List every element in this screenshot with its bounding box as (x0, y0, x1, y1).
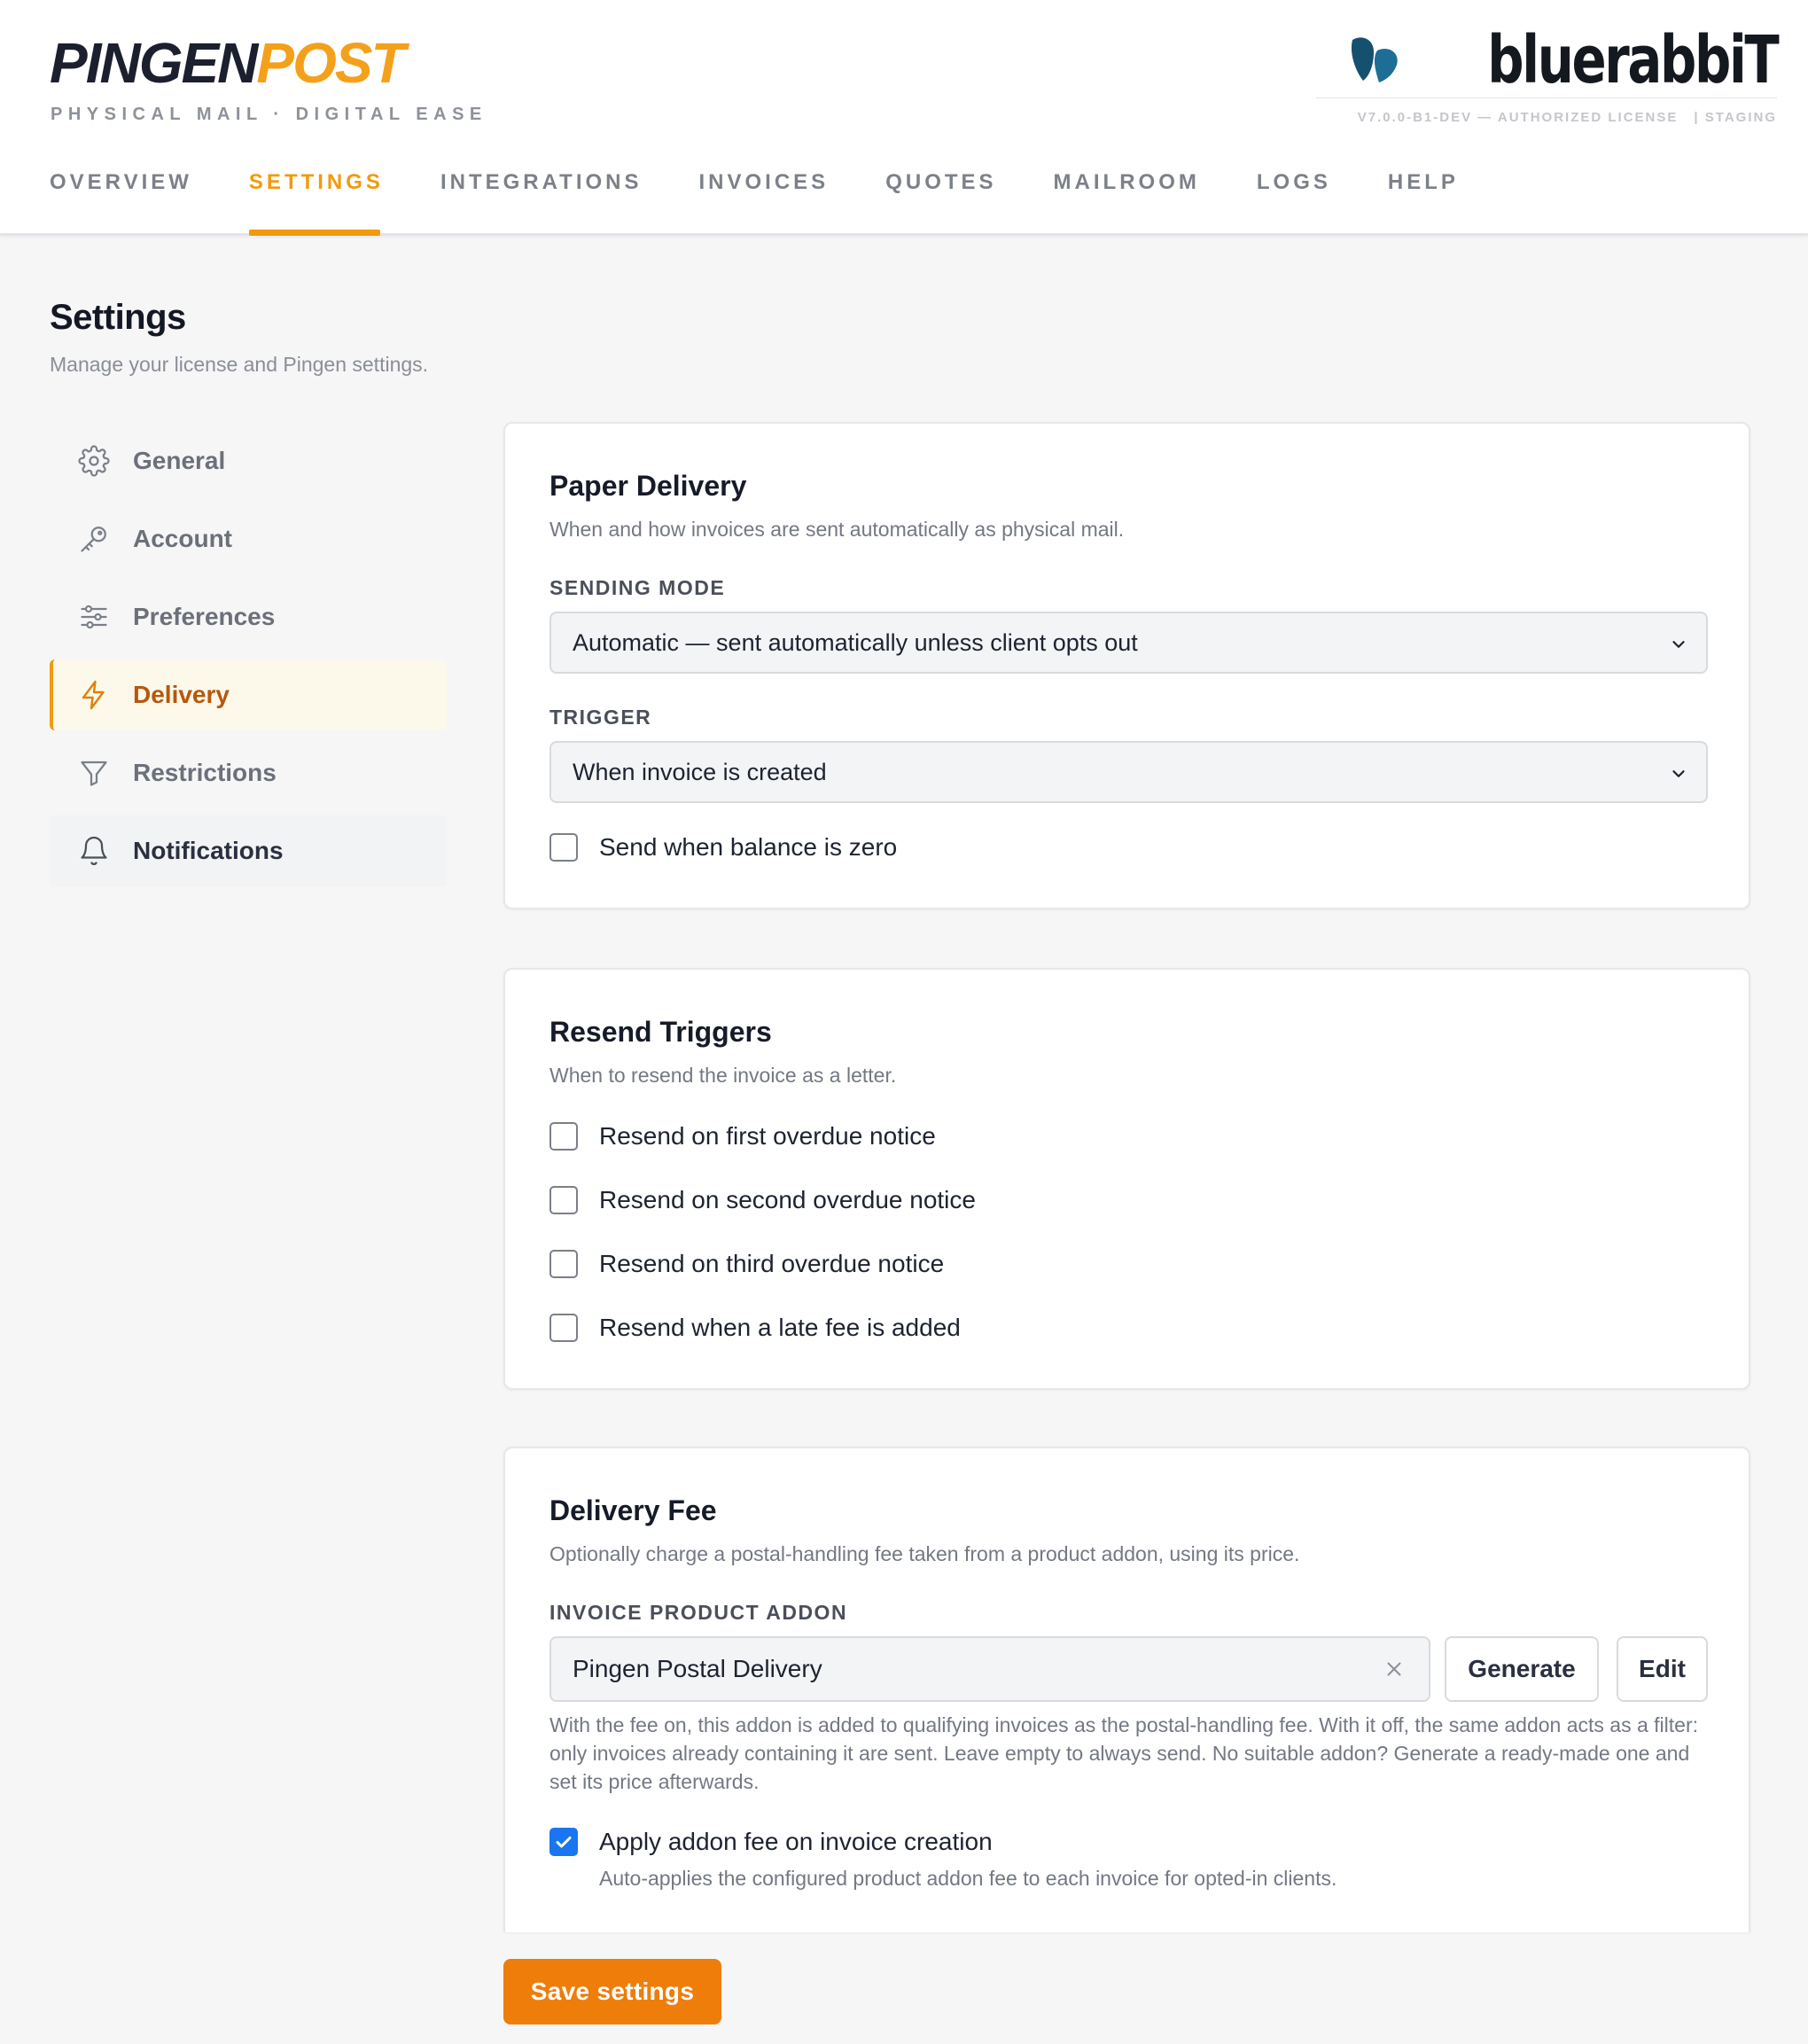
sidebar-item-preferences[interactable]: Preferences (50, 581, 447, 652)
nav-tab-integrations[interactable]: INTEGRATIONS (440, 170, 643, 236)
addon-help-text: With the fee on, this addon is added to … (549, 1713, 1699, 1793)
apply-addon-fee-option[interactable]: Apply addon fee on invoice creation (549, 1828, 993, 1856)
balance-zero-option[interactable]: Send when balance is zero (549, 833, 897, 862)
page-subtitle: Manage your license and Pingen settings. (50, 353, 429, 376)
card-description: When and how invoices are sent automatic… (549, 518, 1125, 541)
resend-late-fee-option[interactable]: Resend when a late fee is added (549, 1314, 961, 1342)
close-icon[interactable] (1383, 1658, 1406, 1687)
sidebar-item-notifications[interactable]: Notifications (50, 815, 447, 886)
sidebar-item-label: Delivery (133, 681, 230, 708)
sliders-icon (76, 599, 112, 635)
sidebar-item-label: General (133, 447, 226, 474)
nav-tab-help[interactable]: HELP (1388, 170, 1459, 236)
sidebar-item-delivery[interactable]: Delivery (50, 659, 447, 730)
edit-button[interactable]: Edit (1617, 1636, 1708, 1702)
page-title: Settings (50, 298, 186, 337)
resend-option-label: Resend on third overdue notice (599, 1250, 945, 1277)
bluerabbit-brand: bluerabbiT (1347, 22, 1779, 98)
trigger-label: TRIGGER (549, 706, 652, 729)
version-info: V7.0.0-B1-DEV — AUTHORIZED LICENSE | STAG… (1358, 110, 1777, 125)
card-description: Optionally charge a postal-handling fee … (549, 1542, 1300, 1565)
sidebar-item-label: Notifications (133, 837, 284, 864)
lightning-icon (76, 677, 112, 713)
brand-name: bluerabbiT (1486, 22, 1779, 98)
addon-input[interactable]: Pingen Postal Delivery (549, 1636, 1430, 1702)
logo-text-post: POST (256, 31, 405, 95)
addon-value: Pingen Postal Delivery (573, 1655, 822, 1682)
apply-addon-fee-checkbox[interactable] (549, 1828, 578, 1856)
nav-tab-mailroom[interactable]: MAILROOM (1054, 170, 1200, 236)
apply-addon-fee-label: Apply addon fee on invoice creation (599, 1828, 993, 1855)
main-nav: OVERVIEW SETTINGS INTEGRATIONS INVOICES … (50, 170, 1516, 236)
gear-icon (76, 443, 112, 479)
resend-late-fee-checkbox[interactable] (549, 1314, 578, 1342)
checkmark-icon (556, 1837, 572, 1848)
tagline: PHYSICAL MAIL · DIGITAL EASE (51, 105, 487, 124)
resend-option-label: Resend on second overdue notice (599, 1186, 976, 1213)
sending-mode-label: SENDING MODE (549, 576, 726, 599)
delivery-fee-card: Delivery Fee Optionally charge a postal-… (503, 1447, 1750, 1932)
nav-tab-invoices[interactable]: INVOICES (699, 170, 830, 236)
card-title: Paper Delivery (549, 470, 747, 502)
sending-mode-value: Automatic — sent automatically unless cl… (573, 628, 1138, 656)
sidebar-item-restrictions[interactable]: Restrictions (50, 737, 447, 808)
apply-addon-fee-help: Auto-applies the configured product addo… (599, 1867, 1337, 1890)
generate-button[interactable]: Generate (1445, 1636, 1599, 1702)
chevron-down-icon (1669, 633, 1688, 660)
app-header: PINGENPOST PHYSICAL MAIL · DIGITAL EASE … (0, 0, 1808, 236)
card-title: Resend Triggers (549, 1016, 772, 1048)
resend-option-label: Resend when a late fee is added (599, 1314, 961, 1341)
logo-text-pingen: PINGEN (50, 31, 258, 95)
resend-first-overdue-checkbox[interactable] (549, 1122, 578, 1151)
paper-delivery-card: Paper Delivery When and how invoices are… (503, 422, 1750, 909)
trigger-value: When invoice is created (573, 758, 827, 785)
nav-tab-quotes[interactable]: QUOTES (885, 170, 996, 236)
bell-icon (76, 833, 112, 869)
pingenpost-logo[interactable]: PINGENPOST (50, 31, 406, 95)
sidebar-item-label: Preferences (133, 603, 276, 630)
funnel-icon (76, 755, 112, 791)
addon-label: INVOICE PRODUCT ADDON (549, 1601, 848, 1624)
version-label: V7.0.0-B1-DEV — AUTHORIZED LICENSE (1357, 110, 1679, 125)
settings-sidebar: General Account Preferences Delivery Res… (50, 425, 447, 893)
nav-tab-overview[interactable]: OVERVIEW (50, 170, 192, 236)
balance-zero-label: Send when balance is zero (599, 833, 898, 861)
trigger-select[interactable]: When invoice is created (549, 741, 1708, 803)
balance-zero-checkbox[interactable] (549, 833, 578, 862)
rabbit-ears-icon (1347, 31, 1402, 90)
resend-second-overdue-checkbox[interactable] (549, 1186, 578, 1214)
resend-first-overdue-option[interactable]: Resend on first overdue notice (549, 1122, 936, 1151)
resend-option-label: Resend on first overdue notice (599, 1122, 936, 1150)
sidebar-item-account[interactable]: Account (50, 503, 447, 574)
nav-tab-settings[interactable]: SETTINGS (248, 170, 384, 236)
card-description: When to resend the invoice as a letter. (549, 1064, 897, 1087)
resend-second-overdue-option[interactable]: Resend on second overdue notice (549, 1186, 976, 1214)
environment-label: | STAGING (1694, 110, 1777, 125)
resend-third-overdue-checkbox[interactable] (549, 1250, 578, 1278)
card-title: Delivery Fee (549, 1494, 717, 1526)
sending-mode-select[interactable]: Automatic — sent automatically unless cl… (549, 612, 1708, 674)
sidebar-item-label: Account (133, 525, 232, 552)
sidebar-item-general[interactable]: General (50, 425, 447, 496)
key-icon (76, 521, 112, 557)
save-settings-button[interactable]: Save settings (503, 1959, 721, 2024)
sidebar-item-label: Restrictions (133, 759, 277, 786)
chevron-down-icon (1669, 762, 1688, 790)
resend-triggers-card: Resend Triggers When to resend the invoi… (503, 968, 1750, 1390)
nav-tab-logs[interactable]: LOGS (1257, 170, 1331, 236)
resend-third-overdue-option[interactable]: Resend on third overdue notice (549, 1250, 944, 1278)
